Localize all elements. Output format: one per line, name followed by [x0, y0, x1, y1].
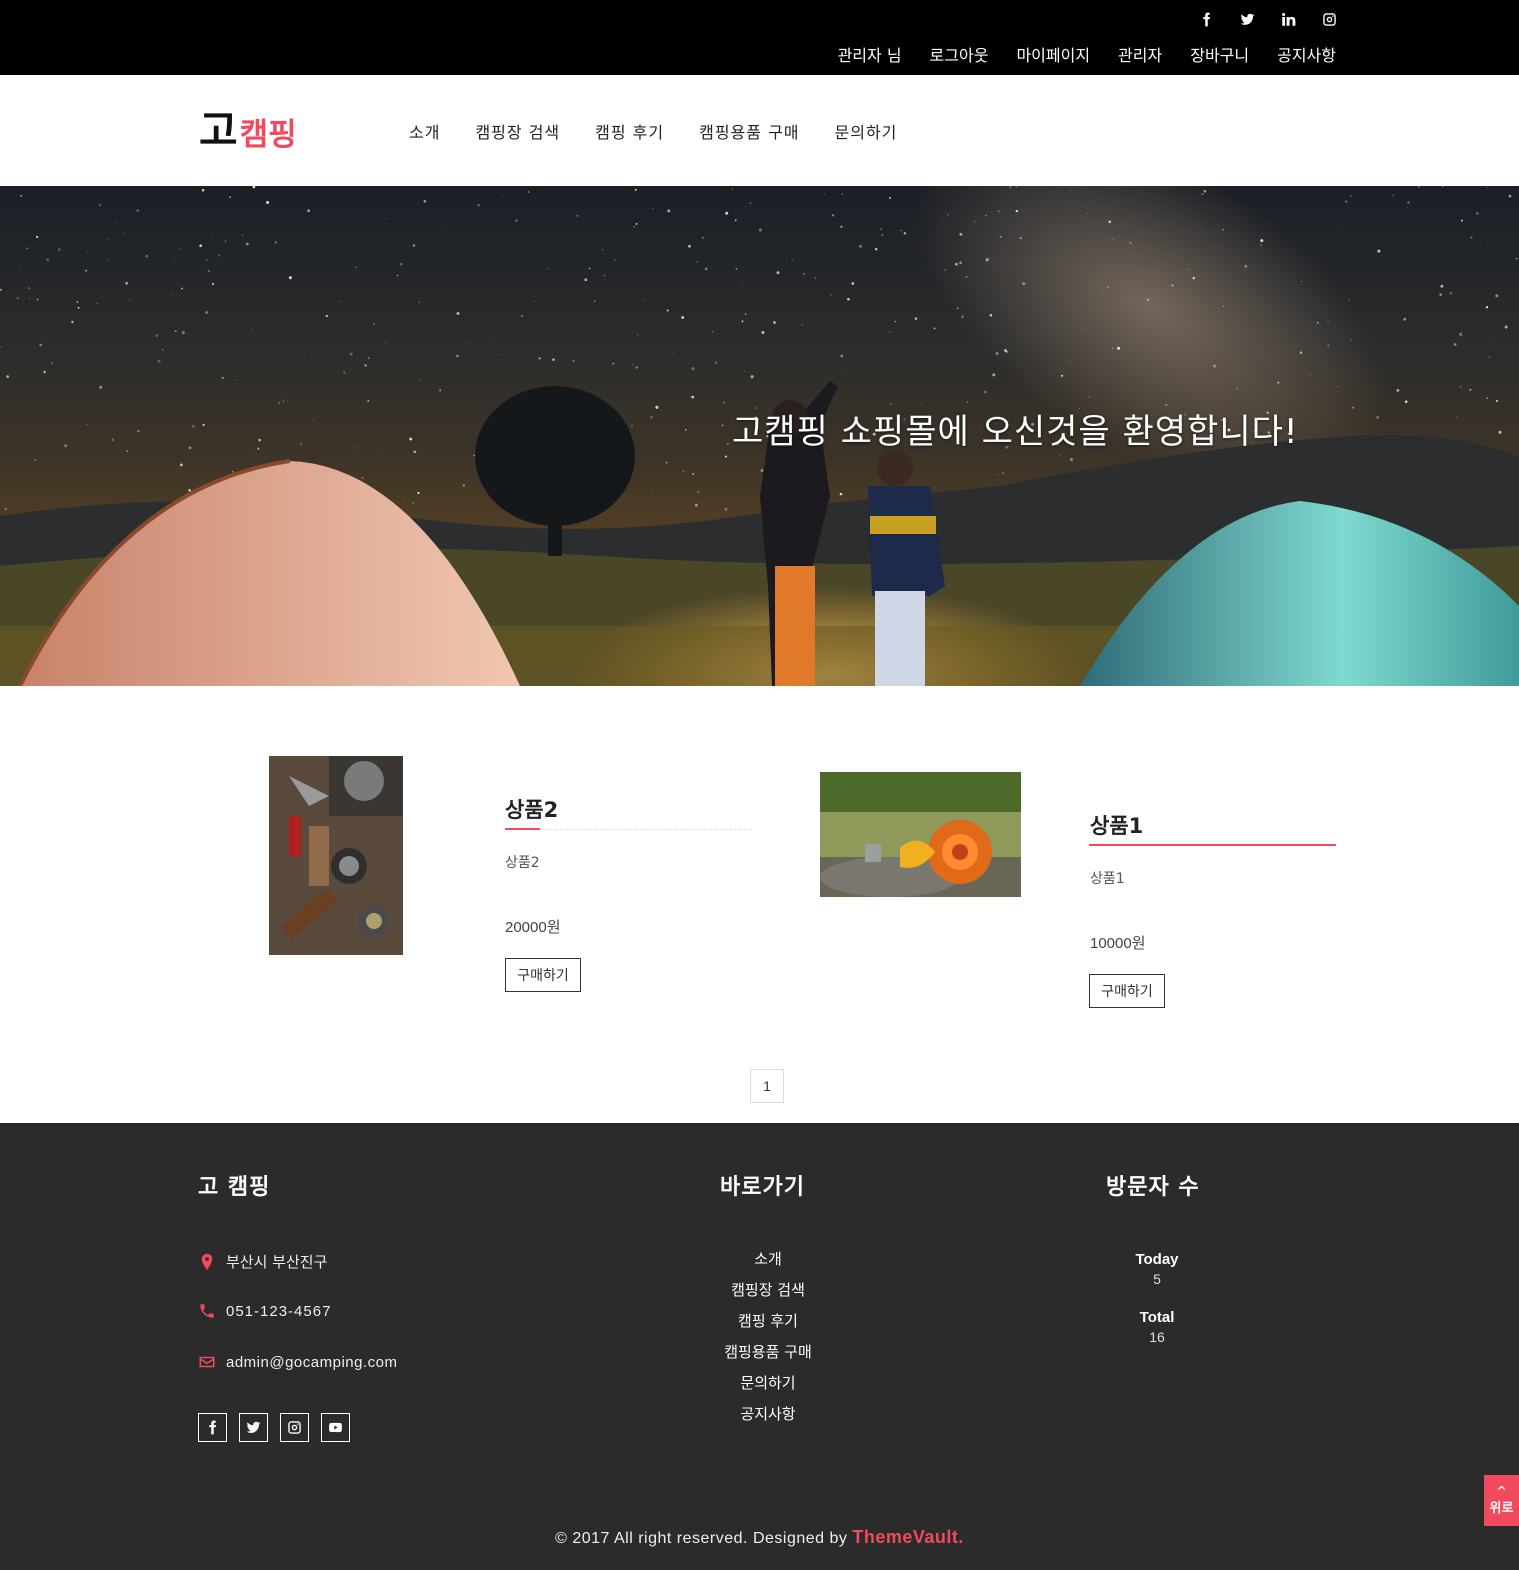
footer-visitors-heading: 방문자 수	[1106, 1175, 1200, 1200]
product-1-price: 10000원	[1090, 935, 1146, 952]
top-nav-admin-user[interactable]: 관리자 님	[838, 42, 902, 66]
copyright-text: © 2017 All right reserved. Designed by	[555, 1530, 848, 1547]
top-nav-mypage[interactable]: 마이페이지	[1016, 42, 1090, 66]
footer-link-camping-reviews[interactable]: 캠핑 후기	[668, 1311, 868, 1342]
back-to-top-button[interactable]: ^ 위로	[1484, 1475, 1519, 1526]
twitter-icon[interactable]	[239, 1413, 268, 1442]
product-2-accent-line	[505, 828, 540, 830]
top-nav-notice[interactable]: 공지사항	[1277, 42, 1336, 66]
instagram-icon[interactable]	[280, 1413, 309, 1442]
top-nav: 관리자 님 로그아웃 마이페이지 관리자 장바구니 공지사항	[810, 42, 1336, 66]
main-nav: 소개 캠핑장 검색 캠핑 후기 캠핑용품 구매 문의하기	[409, 119, 932, 143]
product-image-camping-tools[interactable]	[269, 756, 403, 955]
logo-main-text: 고	[199, 106, 238, 155]
footer-phone-text: 051-123-4567	[226, 1302, 332, 1320]
top-bar: 관리자 님 로그아웃 마이페이지 관리자 장바구니 공지사항	[0, 0, 1519, 75]
site-logo[interactable]: 고 캠핑	[199, 97, 297, 158]
main-header: 고 캠핑 소개 캠핑장 검색 캠핑 후기 캠핑용품 구매 문의하기	[0, 75, 1519, 186]
footer-link-campsite-search[interactable]: 캠핑장 검색	[668, 1280, 868, 1311]
product-2-desc: 상품2	[505, 855, 540, 871]
visitors-today-label: Today	[1135, 1251, 1179, 1268]
nav-camping-shop[interactable]: 캠핑용품 구매	[699, 119, 799, 143]
top-nav-logout[interactable]: 로그아웃	[930, 42, 989, 66]
product-2-buy-button[interactable]: 구매하기	[505, 958, 581, 992]
nav-contact[interactable]: 문의하기	[835, 119, 898, 143]
footer-brand-heading: 고 캠핑	[198, 1175, 271, 1200]
footer-links-heading: 바로가기	[720, 1175, 805, 1200]
designer-link[interactable]: ThemeVault.	[852, 1527, 964, 1547]
instagram-icon[interactable]	[1320, 10, 1339, 29]
back-to-top-label: 위로	[1489, 1501, 1514, 1516]
nav-about[interactable]: 소개	[409, 119, 440, 143]
footer-phone: 051-123-4567	[198, 1302, 331, 1320]
footer-email-text[interactable]: admin@gocamping.com	[226, 1354, 397, 1371]
footer-link-notice[interactable]: 공지사항	[668, 1404, 868, 1435]
nav-campsite-search[interactable]: 캠핑장 검색	[475, 119, 560, 143]
linkedin-icon[interactable]	[1279, 10, 1298, 29]
phone-icon	[200, 1304, 214, 1318]
footer-email: admin@gocamping.com	[198, 1353, 397, 1371]
product-2-divider	[505, 829, 752, 830]
product-1-accent-line	[1089, 844, 1336, 846]
footer-social-links	[198, 1413, 350, 1442]
youtube-icon[interactable]	[321, 1413, 350, 1442]
footer-link-contact[interactable]: 문의하기	[668, 1373, 868, 1404]
pagination-page-1[interactable]: 1	[750, 1069, 784, 1103]
logo-accent-text: 캠핑	[239, 117, 297, 153]
footer: 고 캠핑 부산시 부산진구 051-123-4567 admin@gocampi…	[0, 1123, 1519, 1570]
footer-address-text: 부산시 부산진구	[226, 1253, 328, 1271]
visitors-today-value: 5	[1153, 1271, 1161, 1287]
footer-address: 부산시 부산진구	[198, 1251, 327, 1272]
hero-banner: 고캠핑 쇼핑몰에 오신것을 환영합니다!	[0, 186, 1519, 686]
copyright: © 2017 All right reserved. Designed by T…	[0, 1527, 1519, 1548]
map-marker-icon	[201, 1253, 213, 1270]
product-1-desc: 상품1	[1090, 871, 1125, 887]
hero-title: 고캠핑 쇼핑몰에 오신것을 환영합니다!	[732, 412, 1299, 452]
envelope-icon	[199, 1356, 215, 1368]
product-image-sleeping-bag[interactable]	[820, 772, 1021, 897]
twitter-icon[interactable]	[1238, 10, 1257, 29]
footer-quick-links: 소개 캠핑장 검색 캠핑 후기 캠핑용품 구매 문의하기 공지사항	[668, 1249, 868, 1435]
facebook-icon[interactable]	[198, 1413, 227, 1442]
nav-camping-reviews[interactable]: 캠핑 후기	[595, 119, 664, 143]
top-nav-admin[interactable]: 관리자	[1118, 42, 1162, 66]
product-1-title[interactable]: 상품1	[1090, 810, 1143, 840]
footer-link-about[interactable]: 소개	[668, 1249, 868, 1280]
top-nav-cart[interactable]: 장바구니	[1190, 42, 1249, 66]
visitors-total-label: Total	[1139, 1309, 1175, 1326]
product-2-title[interactable]: 상품2	[505, 794, 558, 824]
top-social-links	[1197, 10, 1339, 29]
chevron-up-icon: ^	[1496, 1484, 1507, 1498]
visitors-total-value: 16	[1149, 1329, 1165, 1345]
product-1-buy-button[interactable]: 구매하기	[1089, 974, 1165, 1008]
product-2-price: 20000원	[505, 919, 561, 936]
visitor-counter: Today 5 Total 16	[1106, 1251, 1208, 1367]
facebook-icon[interactable]	[1197, 10, 1216, 29]
footer-link-camping-shop[interactable]: 캠핑용품 구매	[668, 1342, 868, 1373]
